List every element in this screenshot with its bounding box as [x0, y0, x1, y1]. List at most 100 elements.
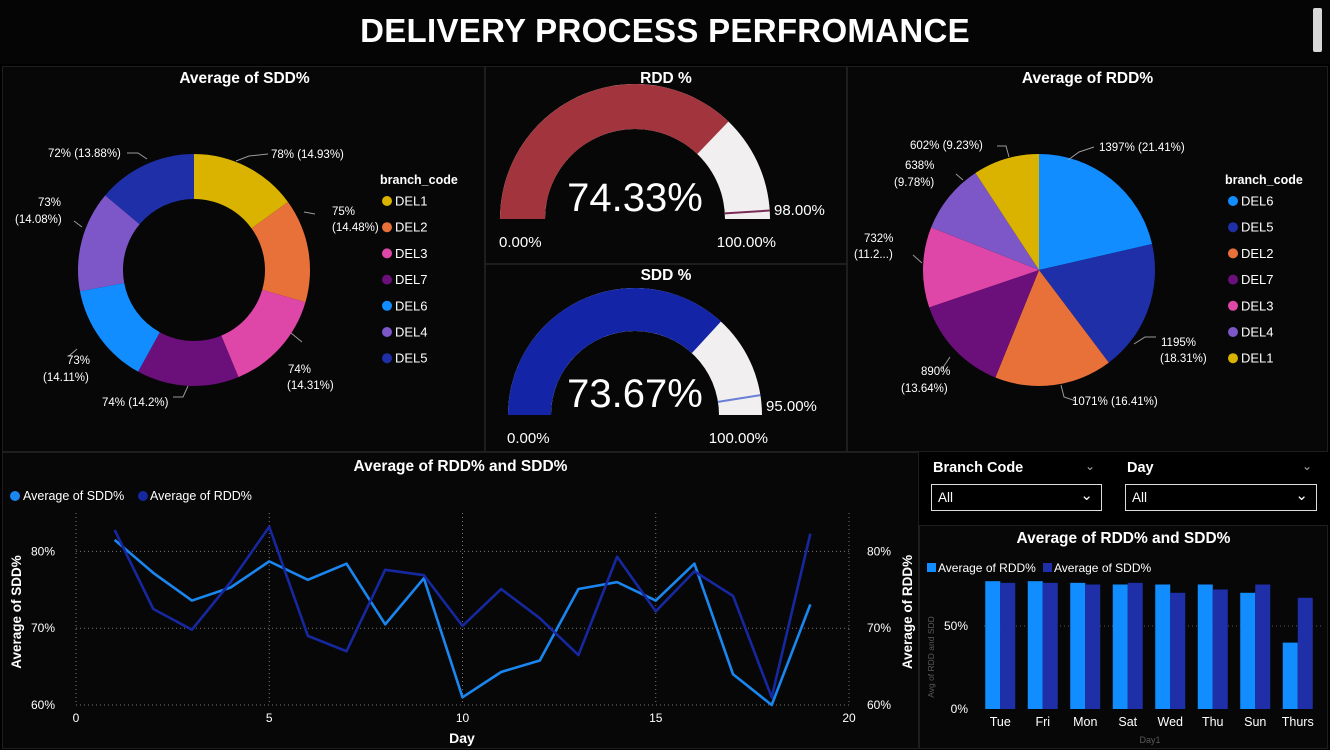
sdd-legend-item-del5: DEL5: [395, 351, 428, 366]
sdd-leader-line: [127, 152, 148, 160]
legend-sdd-label: Average of SDD%: [23, 489, 124, 503]
rdd-pie-panel: Average of RDD% 1397% (21.41%) 1195% (18.3…: [847, 66, 1328, 452]
sdd-label-del7: 74% (14.2%): [102, 397, 169, 409]
rdd-label-del4-share: (9.78%): [894, 177, 934, 189]
line-ytick-right: 60%: [867, 698, 891, 712]
line-xtick: 15: [649, 711, 663, 725]
rdd-legend-item-del1: DEL1: [1241, 351, 1274, 366]
day-slicer-collapse-icon[interactable]: ⌄: [1302, 459, 1312, 473]
rdd-legend-marker: [1228, 196, 1238, 206]
bar-xtick-thurs: Thurs: [1282, 715, 1314, 729]
sdd-leader-line: [290, 332, 303, 343]
bar-xtick-mon: Mon: [1073, 715, 1097, 729]
sdd-donut-chart: 78% (14.93%) 75% (14.48%) 74% (14.31%) 74% (1…: [15, 148, 458, 409]
bar-sdd-sat: [1127, 582, 1143, 709]
sdd-label-del2-share: (14.48%): [332, 222, 379, 234]
sdd-legend-marker: [382, 274, 392, 285]
rdd-legend-item-del6: DEL6: [1241, 194, 1274, 209]
line-ytick-left: 70%: [31, 621, 55, 635]
rdd-legend-item-del2: DEL2: [1241, 246, 1274, 261]
rdd-gauge-min-label: 0.00%: [499, 234, 542, 251]
branch-slicer-dropdown[interactable]: All ⌄: [931, 484, 1102, 511]
rdd-label-del5-share: (18.31%): [1160, 353, 1207, 365]
rdd-gauge-max-label: 100.00%: [717, 234, 776, 251]
legend-sdd-marker: [1043, 563, 1052, 572]
sdd-label-del1: 78% (14.93%): [271, 149, 344, 161]
day-slicer-dropdown[interactable]: All ⌄: [1125, 484, 1317, 511]
sdd-label-del3: 74%: [288, 364, 311, 376]
bar-ytick: 0%: [951, 702, 969, 716]
day-slicer-label: Day: [1127, 460, 1154, 476]
sdd-legend-item-del3: DEL3: [395, 246, 428, 261]
sdd-leader-line: [73, 220, 83, 228]
rdd-legend-item-del7: DEL7: [1241, 272, 1274, 287]
bar-xtick-wed: Wed: [1158, 715, 1184, 729]
rdd-label-del5: 1195%: [1161, 337, 1196, 349]
bar-rdd-mon: [1070, 582, 1086, 709]
line-xlabel: Day: [449, 730, 475, 746]
sdd-series-line: [113, 538, 812, 707]
header-bar: DELIVERY PROCESS PERFROMANCE: [0, 0, 1330, 64]
rdd-gauge-value: 74.33%: [567, 176, 703, 220]
bar-rdd-sat: [1112, 584, 1128, 709]
rdd-leader-line: [955, 173, 964, 181]
bar-rdd-sun: [1240, 592, 1256, 709]
rdd-legend-marker: [1228, 274, 1238, 285]
branch-slicer-collapse-icon[interactable]: ⌄: [1085, 459, 1095, 473]
rdd-legend-item-del4: DEL4: [1241, 325, 1274, 340]
rdd-label-del6: 1397% (21.41%): [1099, 142, 1185, 154]
sdd-legend-marker: [382, 222, 392, 233]
bar-xtick-tue: Tue: [990, 715, 1011, 729]
rdd-label-del3: 732%: [864, 233, 893, 245]
line-ytick-right: 80%: [867, 544, 891, 558]
chevron-down-icon: ⌄: [1295, 487, 1308, 504]
bar-sdd-fri: [1042, 582, 1058, 709]
sdd-gauge-max-label: 100.00%: [709, 430, 768, 447]
rdd-legend-marker: [1228, 248, 1238, 259]
line-ytick-left: 60%: [31, 698, 55, 712]
sdd-leader-line: [173, 385, 189, 398]
line-xtick: 10: [456, 711, 470, 725]
rdd-legend-marker: [1228, 353, 1238, 364]
line-xtick: 20: [842, 711, 856, 725]
rdd-label-del4: 638%: [905, 160, 934, 172]
bar-xtick-sun: Sun: [1244, 715, 1266, 729]
rdd-legend-title: branch_code: [1225, 173, 1303, 187]
bar-xtick-thu: Thu: [1202, 715, 1224, 729]
rdd-leader-line: [1133, 336, 1156, 345]
bar-sdd-sun: [1255, 584, 1271, 709]
branch-slicer-value: All: [938, 490, 954, 505]
sdd-legend-marker: [382, 353, 392, 364]
rdd-gauge: 74.33% 0.00% 100.00% 98.00%: [499, 83, 825, 251]
scrollbar[interactable]: [1313, 8, 1322, 52]
bar-sdd-thu: [1212, 589, 1228, 709]
sdd-leader-line: [303, 211, 316, 215]
sdd-gauge-target-label: 95.00%: [766, 398, 817, 415]
sdd-legend-item-del4: DEL4: [395, 325, 428, 340]
line-chart: 60% 60% 70% 70% 80% 80% 0 5 10 15 20 Average of SDD…: [9, 489, 915, 746]
bar-ytick: 50%: [944, 619, 968, 633]
sdd-donut-panel: Average of SDD% 78% (14.93%) 75% (14.48%) 7…: [2, 66, 485, 452]
bar-legend-sdd: Average of SDD%: [1054, 561, 1151, 575]
legend-rdd-marker: [927, 563, 936, 572]
day-slicer-value: All: [1132, 490, 1148, 505]
legend-sdd-marker: [10, 491, 20, 501]
rdd-legend-item-del3: DEL3: [1241, 298, 1274, 313]
sdd-gauge-min-label: 0.00%: [507, 430, 550, 447]
page-title: DELIVERY PROCESS PERFROMANCE: [360, 12, 970, 49]
rdd-label-del2: 1071% (16.41%): [1072, 396, 1158, 408]
bar-rdd-fri: [1027, 581, 1043, 709]
sdd-label-del5: 72% (13.88%): [48, 148, 121, 160]
branch-slicer-panel: Branch Code ⌄ All ⌄: [921, 452, 1111, 523]
day-slicer-panel: Day ⌄ All ⌄: [1114, 452, 1328, 523]
legend-rdd-label: Average of RDD%: [150, 489, 252, 503]
sdd-label-del6: 73%: [67, 355, 90, 367]
bar-chart-panel: Average of RDD% and SDD% 0% 50% Tue Fri Mon S…: [919, 525, 1328, 749]
legend-rdd-marker: [138, 491, 148, 501]
line-ylabel-left: Average of SDD%: [9, 555, 24, 669]
bar-legend-rdd: Average of RDD%: [938, 561, 1036, 575]
sdd-gauge-panel: SDD % 73.67% 0.00% 100.00% 95.00%: [485, 264, 847, 452]
bar-rdd-wed: [1155, 584, 1171, 709]
rdd-label-del7: 890%: [921, 366, 950, 378]
rdd-legend-marker: [1228, 327, 1238, 337]
